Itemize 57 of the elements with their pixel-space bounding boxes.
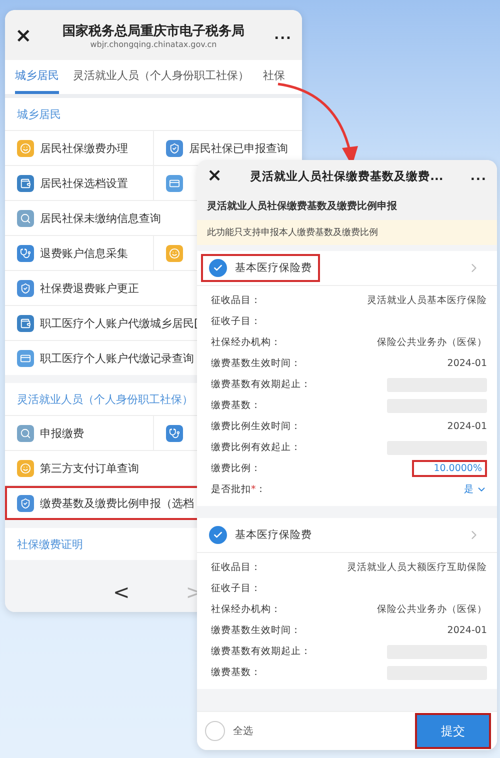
field-label: 征收品目： <box>211 294 261 307</box>
field-value: 灵活就业人员基本医疗保险 <box>367 294 487 307</box>
service-icon <box>17 210 34 226</box>
field-label: 征收子目： <box>211 582 261 595</box>
url-text: wbjr.chongqing.chinatax.gov.cn <box>90 40 217 48</box>
tab[interactable]: 城乡居民 <box>15 60 59 94</box>
field-value: 保险公共业务办（医保） <box>377 603 487 616</box>
window-title: 灵活就业人员社保缴费基数及缴费... <box>250 168 444 184</box>
more-button[interactable]: ... <box>470 170 487 182</box>
field-value: 2024-01 <box>447 358 487 369</box>
service-icon <box>17 350 34 366</box>
insurance-checkbox[interactable]: 基本医疗保险费 <box>201 254 320 282</box>
service-icon <box>166 244 183 262</box>
field-label: 缴费基数有效期起止： <box>211 645 311 658</box>
field-label: 缴费比例有效起止： <box>211 441 301 454</box>
field-label: 征收子目： <box>211 315 261 328</box>
more-button[interactable]: ... <box>274 28 292 42</box>
service-icon <box>17 424 34 442</box>
service-icon <box>17 460 34 476</box>
field-label: 缴费基数生效时间： <box>211 357 301 370</box>
tab[interactable]: 社保 <box>263 60 285 94</box>
tab[interactable]: 灵活就业人员（个人身份职工社保） <box>73 60 249 94</box>
field-label: 征收品目： <box>211 561 261 574</box>
service-icon <box>17 244 34 262</box>
select-field[interactable]: 是 <box>464 483 487 496</box>
submit-button[interactable]: 提交 <box>415 713 491 749</box>
service-icon <box>17 140 34 156</box>
notice-banner: 此功能只支持申报本人缴费基数及缴费比例 <box>197 220 497 245</box>
service-icon <box>17 494 34 512</box>
field-label: 社保经办机构： <box>211 603 281 616</box>
field-label: 缴费比例生效时间： <box>211 420 301 433</box>
service-icon <box>166 140 183 156</box>
field-label: 缴费基数生效时间： <box>211 624 301 637</box>
window-title: 国家税务总局重庆市电子税务局 <box>62 22 244 40</box>
field-value: 灵活就业人员大额医疗互助保险 <box>347 561 487 574</box>
section-title: 城乡居民 <box>17 106 61 122</box>
field-label: 缴费基数： <box>211 666 261 679</box>
service-icon <box>17 174 34 192</box>
select-all-checkbox[interactable]: 全选 <box>205 721 253 741</box>
section-title: 灵活就业人员（个人身份职工社保） <box>17 392 193 406</box>
close-button[interactable]: × <box>207 167 224 185</box>
field-label: 是否批扣*： <box>211 483 266 496</box>
service-icon <box>17 314 34 332</box>
field-label: 缴费比例： <box>211 462 261 475</box>
field-label: 缴费基数有效期起止： <box>211 378 311 391</box>
field-label: 缴费基数： <box>211 399 261 412</box>
service-icon <box>17 280 34 296</box>
service-icon <box>166 424 183 442</box>
service-icon <box>166 174 183 192</box>
close-button[interactable]: × <box>15 25 33 45</box>
section-title: 社保缴费证明 <box>17 536 83 552</box>
page-subtitle: 灵活就业人员社保缴费基数及缴费比例申报 <box>197 192 497 220</box>
field-value: 2024-01 <box>447 421 487 432</box>
field-value: 保险公共业务办（医保） <box>377 336 487 349</box>
back-button[interactable]: < <box>113 580 130 604</box>
field-value: 2024-01 <box>447 625 487 636</box>
field-value: 10.0000% <box>412 460 487 477</box>
